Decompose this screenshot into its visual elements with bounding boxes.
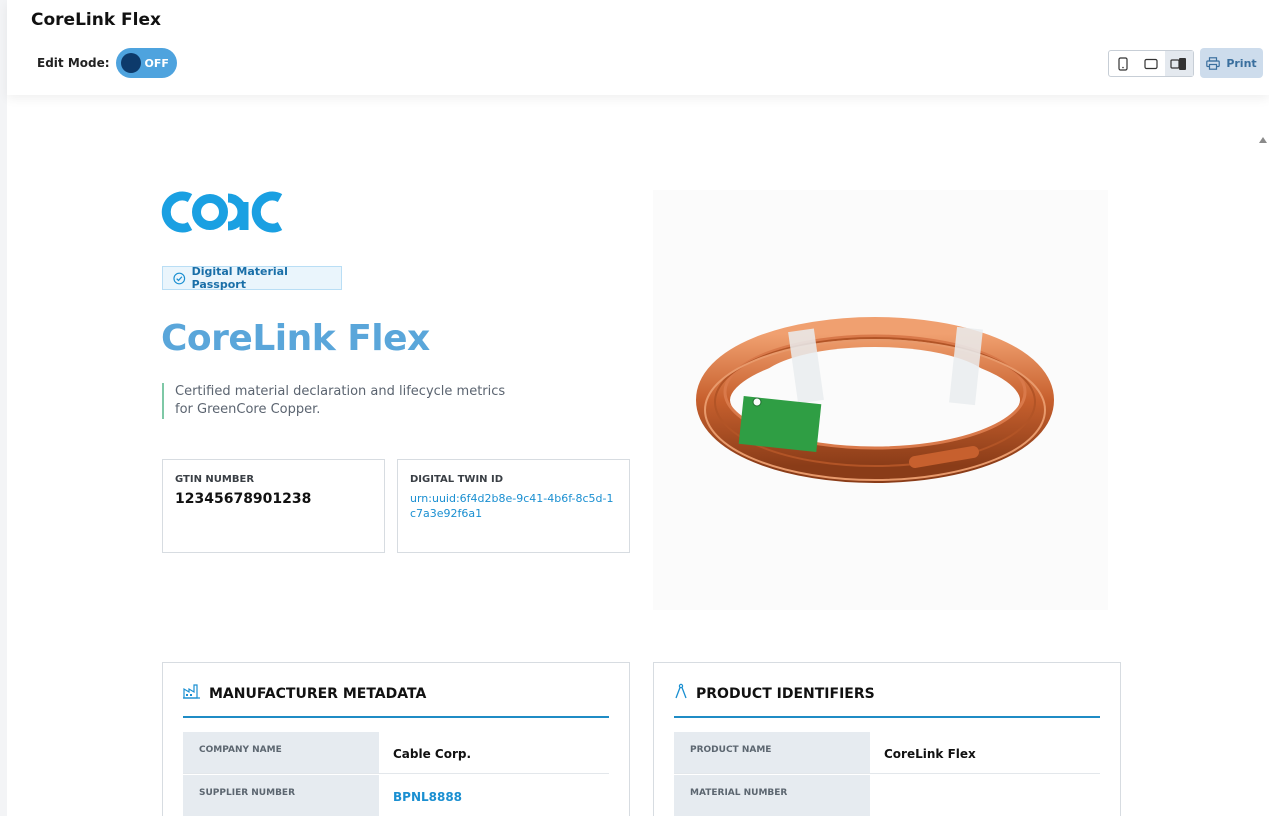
table-row: COMPANY NAME Cable Corp. (183, 732, 609, 774)
manufacturer-metadata-section: MANUFACTURER METADATA COMPANY NAME Cable… (162, 662, 630, 816)
edit-mode-label: Edit Mode: (37, 56, 110, 70)
table-row: PRODUCT NAME CoreLink Flex (674, 732, 1100, 774)
print-label: Print (1226, 56, 1257, 70)
supplier-number-link[interactable]: BPNL8888 (379, 775, 609, 816)
passport-badge: Digital Material Passport (162, 265, 342, 291)
top-toolbar: CoreLink Flex Edit Mode: OFF Print (7, 0, 1269, 95)
row-value: Cable Corp. (393, 747, 472, 761)
printer-icon (1206, 56, 1221, 70)
product-description: Certified material declaration and lifec… (162, 383, 522, 419)
factory-icon (183, 684, 200, 699)
row-key: SUPPLIER NUMBER (183, 775, 379, 816)
app-title: CoreLink Flex (31, 10, 161, 30)
scroll-up-arrow-icon[interactable] (1259, 137, 1267, 143)
product-image-panel (653, 190, 1108, 610)
compass-icon (675, 683, 687, 699)
row-value: CoreLink Flex (884, 747, 976, 761)
product-identifiers-section: PRODUCT IDENTIFIERS PRODUCT NAME CoreLin… (653, 662, 1121, 816)
row-value (870, 775, 1100, 816)
row-key: MATERIAL NUMBER (674, 775, 870, 816)
view-switcher (1108, 50, 1194, 77)
passport-badge-label: Digital Material Passport (191, 265, 288, 291)
edit-mode-toggle[interactable]: OFF (115, 48, 177, 78)
row-key: PRODUCT NAME (674, 732, 870, 773)
print-button[interactable]: Print (1200, 48, 1263, 78)
toggle-knob (120, 53, 141, 73)
edit-mode-state: OFF (144, 56, 169, 70)
row-key: COMPANY NAME (183, 732, 379, 773)
gtin-label: GTIN NUMBER (175, 474, 255, 485)
tablet-view-button[interactable] (1137, 51, 1165, 76)
product-title: CoreLink Flex (161, 318, 430, 359)
manufacturer-title: MANUFACTURER METADATA (209, 686, 427, 702)
left-rail (0, 0, 7, 816)
gtin-card: GTIN NUMBER 12345678901238 (162, 459, 385, 553)
tablet-view-icon (1144, 58, 1158, 69)
brand-logo (160, 188, 292, 240)
digital-twin-label: DIGITAL TWIN ID (410, 474, 504, 485)
mobile-view-icon (1118, 56, 1128, 71)
manufacturer-header: MANUFACTURER METADATA (183, 683, 609, 718)
product-identifiers-header: PRODUCT IDENTIFIERS (674, 683, 1100, 718)
copper-coil-image (696, 317, 1054, 483)
table-row: SUPPLIER NUMBER BPNL8888 (183, 775, 609, 816)
digital-twin-card: DIGITAL TWIN ID urn:uuid:6f4d2b8e-9c41-4… (397, 459, 630, 553)
gtin-value: 12345678901238 (175, 491, 312, 507)
digital-twin-link[interactable]: urn:uuid:6f4d2b8e-9c41-4b6f-8c5d-1c7a3e9… (410, 491, 617, 521)
edit-mode-control: Edit Mode: OFF (37, 48, 177, 78)
desktop-view-icon (1170, 57, 1186, 70)
product-identifiers-title: PRODUCT IDENTIFIERS (696, 686, 875, 702)
table-row: MATERIAL NUMBER (674, 775, 1100, 816)
verified-check-icon (173, 272, 186, 284)
desktop-view-button[interactable] (1165, 51, 1193, 76)
mobile-view-button[interactable] (1109, 51, 1137, 76)
